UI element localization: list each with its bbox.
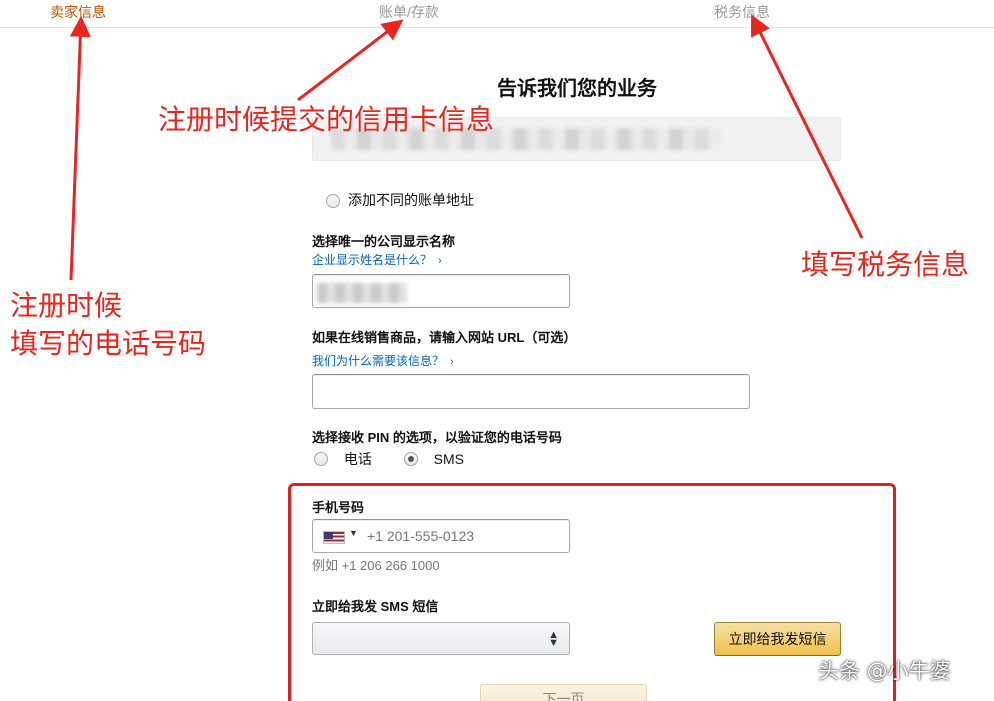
- alt-billing-radio[interactable]: [326, 194, 340, 209]
- send-sms-button[interactable]: 立即给我发短信: [714, 622, 841, 656]
- pin-options: 电话 SMS: [314, 449, 464, 469]
- mobile-number-input[interactable]: ▼ +1 201-555-0123: [312, 519, 570, 553]
- website-help-link[interactable]: 我们为什么需要该信息？ ›: [312, 352, 454, 369]
- alt-billing-option[interactable]: 添加不同的账单地址: [326, 190, 474, 210]
- arrow-to-seller-info: [69, 15, 91, 281]
- us-flag-icon[interactable]: [323, 531, 345, 544]
- select-updown-icon: ▲ ▼: [548, 629, 559, 649]
- annotation-highlight-box: [288, 483, 896, 701]
- step-tax-info[interactable]: 税务信息: [714, 2, 770, 22]
- annotation-phone-line1: 注册时候: [10, 289, 123, 322]
- blurred-name-value: [317, 283, 407, 303]
- mobile-number-example: 例如 +1 206 266 1000: [312, 558, 440, 573]
- annotation-phone-line2: 填写的电话号码: [10, 327, 207, 360]
- mobile-number-label: 手机号码: [312, 500, 365, 515]
- step-billing-deposit[interactable]: 账单/存款: [379, 2, 439, 22]
- display-name-help-text: 企业显示姓名是什么？: [312, 253, 433, 267]
- step-navigation: 卖家信息 账单/存款 税务信息: [0, 0, 994, 28]
- website-url-input[interactable]: [312, 374, 750, 409]
- annotation-credit-card: 注册时候提交的信用卡信息: [158, 103, 495, 136]
- chevron-right-icon: ›: [450, 356, 454, 368]
- step-seller-info[interactable]: 卖家信息: [50, 2, 106, 22]
- display-name-help-link[interactable]: 企业显示姓名是什么？ ›: [312, 251, 442, 268]
- display-name-label: 选择唯一的公司显示名称: [312, 234, 456, 249]
- annotation-tax: 填写税务信息: [801, 248, 970, 281]
- pin-sms-radio[interactable]: [403, 452, 418, 466]
- display-name-input[interactable]: [312, 274, 570, 308]
- website-url-label: 如果在线销售商品，请输入网站 URL（可选）: [312, 330, 577, 345]
- alt-billing-label: 添加不同的账单地址: [348, 192, 474, 208]
- website-help-text: 我们为什么需要该信息？: [312, 354, 445, 368]
- chevron-right-icon: ›: [438, 255, 442, 267]
- annotation-phone: 注册时候 填写的电话号码: [10, 287, 206, 363]
- page-title: 告诉我们您的业务: [497, 78, 657, 100]
- pin-phone-label: 电话: [343, 451, 372, 467]
- pin-phone-radio[interactable]: [314, 452, 328, 466]
- caret-down-icon[interactable]: ▼: [349, 528, 358, 538]
- next-page-button[interactable]: 下一页: [480, 684, 647, 701]
- sms-label: 立即给我发 SMS 短信: [312, 599, 439, 614]
- sms-language-select[interactable]: ▲ ▼: [312, 622, 570, 655]
- mobile-number-placeholder: +1 201-555-0123: [367, 528, 475, 544]
- pin-option-label: 选择接收 PIN 的选项，以验证您的电话号码: [312, 430, 562, 445]
- watermark: 头条 @小牛婆: [818, 659, 951, 683]
- pin-sms-label: SMS: [433, 451, 465, 467]
